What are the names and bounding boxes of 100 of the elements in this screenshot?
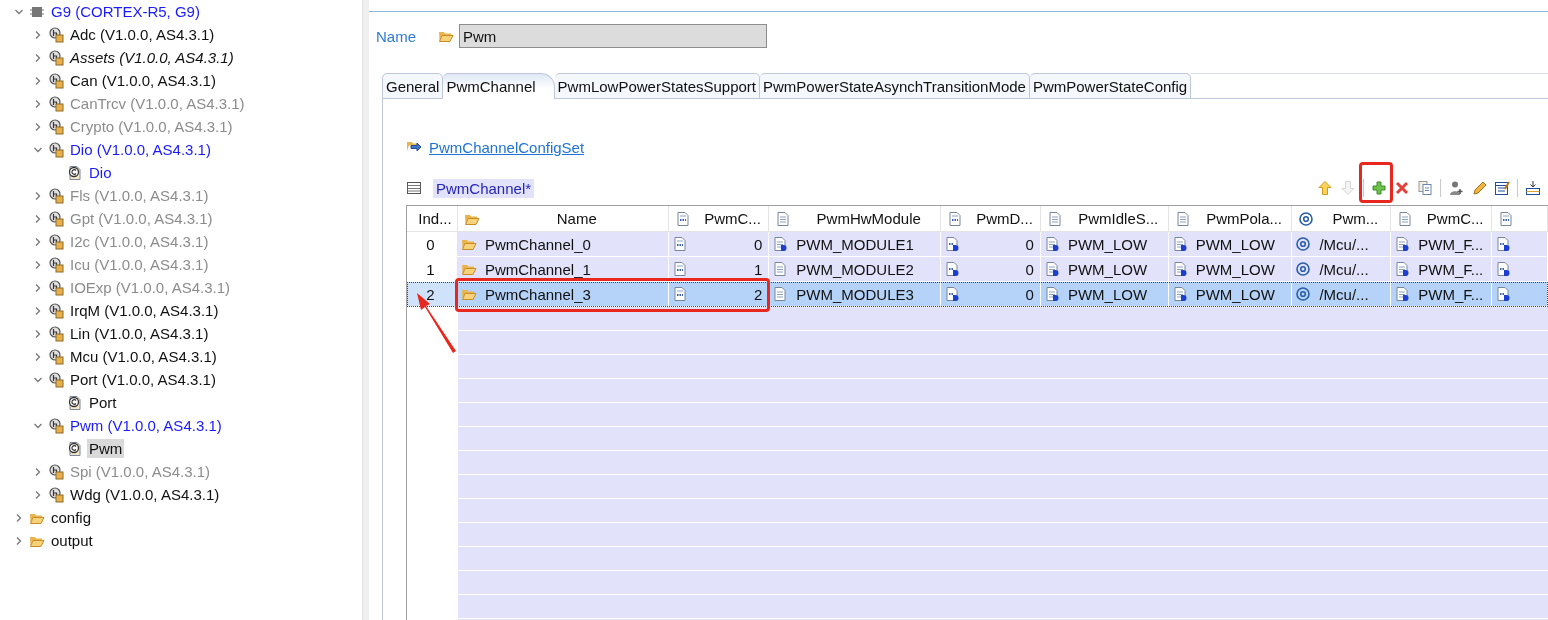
enum-document-icon bbox=[772, 236, 789, 252]
module-icon bbox=[48, 187, 64, 204]
document-icon bbox=[1397, 210, 1414, 227]
person-icon bbox=[1448, 180, 1464, 196]
chevron-right-icon[interactable] bbox=[33, 75, 43, 86]
tab[interactable]: PwmPowerStateAsynchTransitionMode bbox=[760, 73, 1030, 99]
tree-item[interactable]: Pwm (V1.0.0, AS4.3.1) bbox=[68, 416, 224, 435]
tree-item[interactable]: Wdg (V1.0.0, AS4.3.1) bbox=[68, 485, 222, 504]
chevron-right-icon[interactable] bbox=[33, 52, 43, 63]
table-cell: /Mcu/... bbox=[1319, 235, 1369, 253]
table-cell: PwmChannel_1 bbox=[484, 260, 591, 278]
chevron-right-icon[interactable] bbox=[14, 535, 24, 546]
tree-item[interactable]: IrqM (V1.0.0, AS4.3.1) bbox=[68, 301, 221, 320]
tree-item[interactable]: Port (V1.0.0, AS4.3.1) bbox=[68, 370, 218, 389]
table-cell: PWM_LOW bbox=[1195, 235, 1275, 253]
chevron-right-icon[interactable] bbox=[33, 351, 43, 362]
tree-item[interactable]: Lin (V1.0.0, AS4.3.1) bbox=[68, 324, 211, 343]
column-header[interactable]: PwmPola... bbox=[1168, 206, 1293, 231]
tree-item[interactable]: Pwm bbox=[87, 439, 125, 458]
document-icon bbox=[775, 210, 792, 227]
table-cell: 0 bbox=[426, 235, 435, 253]
table-edit-button[interactable] bbox=[1494, 179, 1510, 197]
column-header[interactable]: PwmHwModule bbox=[769, 206, 942, 231]
table-cell: PWM_LOW bbox=[1195, 260, 1275, 278]
chevron-right-icon[interactable] bbox=[33, 328, 43, 339]
chevron-right-icon[interactable] bbox=[33, 29, 43, 40]
tab[interactable]: PwmChannel bbox=[443, 73, 555, 99]
table-cell: PWM_F... bbox=[1418, 285, 1484, 303]
name-field[interactable]: Pwm bbox=[459, 24, 767, 48]
module-icon bbox=[48, 279, 64, 296]
name-label: Name bbox=[376, 27, 417, 45]
delete-button[interactable] bbox=[1394, 179, 1410, 197]
column-header[interactable]: PwmD... bbox=[941, 206, 1041, 231]
column-header[interactable]: Pwm... bbox=[1292, 206, 1392, 231]
tree-item[interactable]: Dio (V1.0.0, AS4.3.1) bbox=[68, 140, 213, 159]
chevron-right-icon[interactable] bbox=[14, 512, 24, 523]
tree-item[interactable]: Can (V1.0.0, AS4.3.1) bbox=[68, 71, 218, 90]
table-cell: PWM_F... bbox=[1418, 235, 1484, 253]
table-cell: PWM_MODULE1 bbox=[796, 235, 914, 253]
up-arrow-icon bbox=[1317, 180, 1333, 196]
enum-document-icon bbox=[1043, 236, 1060, 252]
tree-item[interactable]: G9 (CORTEX-R5, G9) bbox=[49, 2, 202, 21]
tab[interactable]: PwmLowPowerStatesSupport bbox=[554, 73, 761, 99]
table-cell: PwmChannel_3 bbox=[484, 285, 591, 303]
module-icon bbox=[48, 118, 64, 135]
delete-icon bbox=[1394, 180, 1410, 196]
tree-item[interactable]: Port bbox=[87, 393, 119, 412]
tab[interactable]: General bbox=[382, 73, 444, 99]
copy-button[interactable] bbox=[1417, 179, 1433, 197]
add-button[interactable] bbox=[1371, 179, 1387, 197]
table-cell: PwmChannel_0 bbox=[484, 235, 591, 253]
column-header[interactable]: PwmC... bbox=[668, 206, 770, 231]
edit-button[interactable] bbox=[1471, 179, 1487, 197]
number-field-icon bbox=[947, 210, 964, 227]
chevron-right-icon[interactable] bbox=[33, 305, 43, 316]
config-icon bbox=[67, 440, 83, 457]
table-cell: PWM_LOW bbox=[1195, 285, 1275, 303]
tree-item[interactable]: output bbox=[49, 531, 95, 550]
table-row[interactable]: 2 PwmChannel_3 2 PWM_MODULE3 0 PWM_LOW PWM_LOW /Mcu/... PWM_F... bbox=[407, 282, 1548, 307]
module-icon bbox=[48, 49, 64, 66]
tree-item[interactable]: Assets (V1.0.0, AS4.3.1) bbox=[68, 48, 236, 67]
module-icon bbox=[48, 325, 64, 342]
column-header[interactable]: Ind... bbox=[407, 206, 458, 231]
table-title: PwmChannel* bbox=[433, 178, 535, 198]
number-field-icon bbox=[671, 286, 688, 302]
column-header[interactable]: Name bbox=[457, 206, 669, 231]
table-cell: 1 bbox=[426, 260, 435, 278]
enum-document-icon bbox=[1171, 236, 1188, 252]
copy-icon bbox=[1417, 180, 1433, 196]
import-button[interactable] bbox=[1525, 179, 1541, 197]
table-cell-text: 0 bbox=[1024, 235, 1034, 253]
number-enum-icon bbox=[1495, 286, 1512, 302]
module-icon bbox=[48, 26, 64, 43]
module-icon bbox=[48, 95, 64, 112]
tree-item[interactable]: Mcu (V1.0.0, AS4.3.1) bbox=[68, 347, 219, 366]
column-header[interactable]: PwmC... bbox=[1391, 206, 1493, 231]
tab[interactable]: PwmPowerStateConfig bbox=[1029, 73, 1192, 99]
module-icon bbox=[48, 486, 64, 503]
module-icon bbox=[48, 417, 64, 434]
tree-item[interactable]: Dio bbox=[87, 163, 114, 182]
config-set-link[interactable]: PwmChannelConfigSet bbox=[429, 138, 585, 156]
pencil-icon bbox=[1471, 180, 1487, 196]
table-cell: PWM_F... bbox=[1418, 260, 1484, 278]
person-button[interactable] bbox=[1448, 179, 1464, 197]
column-header[interactable]: PwmIdleS... bbox=[1040, 206, 1169, 231]
number-enum-icon bbox=[1495, 261, 1512, 277]
move-up-button[interactable] bbox=[1317, 179, 1333, 197]
number-field-icon bbox=[671, 261, 688, 277]
table-cell-text: 2 bbox=[753, 285, 763, 303]
tree-item[interactable]: Adc (V1.0.0, AS4.3.1) bbox=[68, 25, 217, 44]
tree-item[interactable]: config bbox=[49, 508, 94, 527]
chevron-right-icon[interactable] bbox=[33, 489, 43, 500]
document-icon bbox=[772, 286, 789, 302]
table-row[interactable]: 0 PwmChannel_0 0 PWM_MODULE1 0 PWM_LOW PWM_LOW /Mcu/... PWM_F... bbox=[407, 232, 1548, 257]
module-icon bbox=[48, 302, 64, 319]
module-icon bbox=[48, 256, 64, 273]
table-cell: /Mcu/... bbox=[1319, 260, 1369, 278]
table-icon bbox=[406, 180, 422, 196]
table-edit-icon bbox=[1494, 180, 1510, 196]
table-cell-text: 0 bbox=[1024, 285, 1034, 303]
